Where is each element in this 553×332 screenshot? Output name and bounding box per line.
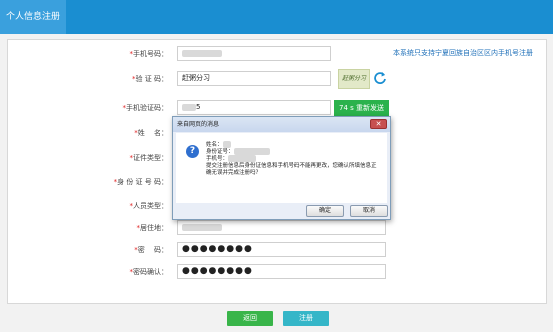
password-confirm-row: *密码确认： ●●●●●●●●	[8, 264, 548, 280]
residence-label: *居住地：	[136, 224, 169, 232]
sms-row: *手机验证码： 5	[8, 100, 548, 116]
back-button[interactable]: 返回	[227, 311, 273, 326]
dialog-line-phone: 手机号：	[206, 155, 257, 163]
id-type-label: *证件类型：	[129, 154, 169, 162]
name-label: *姓 名：	[134, 129, 168, 137]
password-label: *密 码：	[134, 246, 168, 254]
dialog-line-notice: 提交注册信息后身份证信息和手机号码不能再更改，您确认所填信息正	[206, 163, 377, 169]
password-confirm-label: *密码确认：	[129, 268, 169, 276]
captcha-row: *验 证 码： 赶粥分习	[8, 71, 548, 87]
sms-label: *手机验证码：	[122, 104, 169, 112]
sms-code-value: 5	[196, 103, 201, 111]
password-input[interactable]: ●●●●●●●●	[177, 242, 386, 257]
top-bar: 个人信息注册	[0, 0, 553, 34]
tab-personal-registration[interactable]: 个人信息注册	[0, 0, 66, 34]
captcha-label: *验 证 码：	[132, 75, 168, 83]
dialog-title: 来自网页的消息	[173, 117, 390, 132]
dialog-ok-button[interactable]: 确定	[306, 205, 344, 217]
dialog-cancel-button[interactable]: 取消	[350, 205, 388, 217]
phone-hint: 本系统只支持宁夏回族自治区区内手机号注册	[393, 49, 533, 57]
dialog-line-question: 确无误并完成注册吗？	[206, 170, 262, 176]
register-button[interactable]: 注册	[283, 311, 329, 326]
residence-input[interactable]	[177, 220, 386, 235]
captcha-input[interactable]: 赶粥分习	[177, 71, 331, 86]
captcha-image[interactable]: 赶粥分习	[338, 69, 370, 89]
residence-row: *居住地：	[8, 220, 548, 236]
sms-code-input[interactable]: 5	[177, 100, 331, 115]
resend-sms-button[interactable]: 74 s 重新发送	[334, 100, 389, 116]
id-number-label: *身 份 证 号 码：	[113, 178, 168, 186]
person-type-label: *人员类型：	[129, 202, 169, 210]
dialog-body: ? 姓名： 身份证号： 手机号： 提交注册信息后身份证信息和手机号码不能再更改，…	[176, 133, 387, 203]
phone-input[interactable]	[177, 46, 331, 61]
phone-label: *手机号码：	[129, 50, 169, 58]
refresh-icon[interactable]	[373, 71, 387, 85]
password-confirm-input[interactable]: ●●●●●●●●	[177, 264, 386, 279]
password-row: *密 码： ●●●●●●●●	[8, 242, 548, 258]
dialog-close-button[interactable]: ✕	[370, 119, 387, 129]
confirm-dialog: 来自网页的消息 ✕ ? 姓名： 身份证号： 手机号： 提交注册信息后身份证信息和…	[172, 116, 391, 220]
question-icon: ?	[186, 145, 199, 158]
